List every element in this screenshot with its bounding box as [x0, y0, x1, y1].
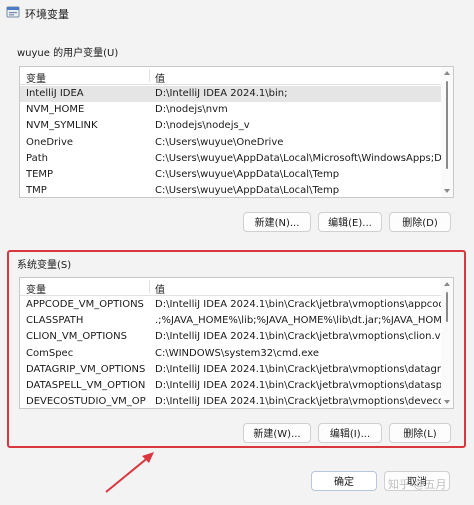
user-vars-list[interactable]: 变量 值 IntelliJ IDEA D:\IntelliJ IDEA 2024… — [19, 66, 454, 198]
table-row[interactable]: ComSpec C:\WINDOWS\system32\cmd.exe — [20, 346, 441, 362]
cell-variable: APPCODE_VM_OPTIONS — [26, 299, 144, 310]
column-divider[interactable] — [149, 280, 150, 293]
user-new-button[interactable]: 新建(N)... — [243, 212, 311, 232]
cell-variable: DATASPELL_VM_OPTIONS — [26, 379, 146, 391]
ok-button[interactable]: 确定 — [311, 471, 377, 491]
column-header-variable[interactable]: 变量 — [26, 281, 46, 296]
table-row[interactable]: CLASSPATH .;%JAVA_HOME%\lib;%JAVA_HOME%\… — [20, 313, 441, 329]
scroll-up-arrow-icon[interactable] — [444, 71, 450, 75]
table-row[interactable]: DATAGRIP_VM_OPTIONS D:\IntelliJ IDEA 202… — [20, 362, 441, 378]
cell-value: C:\Users\wuyue\AppData\Local\Temp — [155, 168, 340, 180]
table-row[interactable]: NVM_HOME D:\nodejs\nvm — [20, 102, 441, 118]
cell-variable: IntelliJ IDEA — [26, 88, 84, 99]
title-bar: 环境变量 — [0, 0, 474, 26]
cell-variable: OneDrive — [26, 136, 74, 148]
cell-variable: DEVECOSTUDIO_VM_OPT... — [26, 396, 146, 408]
cell-value: C:\Users\wuyue\AppData\Local\Temp — [155, 185, 340, 197]
user-vars-label: wuyue 的用户变量(U) — [17, 48, 119, 59]
scroll-down-arrow-icon[interactable] — [444, 400, 450, 404]
cell-value: .;%JAVA_HOME%\lib;%JAVA_HOME%\lib\dt.jar… — [155, 315, 441, 327]
system-vars-label: 系统变量(S) — [17, 260, 72, 271]
column-divider[interactable] — [149, 69, 150, 82]
cell-variable: ComSpec — [26, 347, 74, 359]
column-header-value[interactable]: 值 — [155, 70, 165, 85]
table-row[interactable]: APPCODE_VM_OPTIONS D:\IntelliJ IDEA 2024… — [20, 297, 441, 313]
table-row[interactable]: DATASPELL_VM_OPTIONS D:\IntelliJ IDEA 20… — [20, 378, 441, 394]
table-row[interactable]: TEMP C:\Users\wuyue\AppData\Local\Temp — [20, 167, 441, 183]
cell-value: D:\IntelliJ IDEA 2024.1\bin\Crack\jetbra… — [155, 379, 441, 391]
cell-variable: NVM_SYMLINK — [26, 120, 98, 132]
scroll-thumb[interactable] — [446, 81, 448, 169]
cell-variable: DATAGRIP_VM_OPTIONS — [26, 363, 146, 375]
column-header-variable[interactable]: 变量 — [26, 70, 46, 85]
user-edit-button[interactable]: 编辑(E)... — [318, 212, 382, 232]
cell-value: D:\nodejs\nodejs_v — [155, 120, 250, 132]
cell-value: D:\IntelliJ IDEA 2024.1\bin\Crack\jetbra… — [155, 363, 441, 375]
cell-value: C:\Users\wuyue\OneDrive — [155, 136, 284, 148]
system-delete-button[interactable]: 删除(L) — [389, 423, 451, 443]
table-row[interactable]: DEVECOSTUDIO_VM_OPT... D:\IntelliJ IDEA … — [20, 394, 441, 408]
environment-window-icon — [6, 6, 20, 18]
system-vars-list[interactable]: 变量 值 APPCODE_VM_OPTIONS D:\IntelliJ IDEA… — [19, 277, 454, 409]
table-row[interactable]: OneDrive C:\Users\wuyue\OneDrive — [20, 135, 441, 151]
table-row[interactable]: Path C:\Users\wuyue\AppData\Local\Micros… — [20, 151, 441, 167]
vertical-scrollbar[interactable] — [441, 278, 453, 408]
cell-value: D:\IntelliJ IDEA 2024.1\bin\Crack\jetbra… — [155, 396, 441, 408]
table-row[interactable]: TMP C:\Users\wuyue\AppData\Local\Temp — [20, 183, 441, 197]
cell-variable: TEMP — [26, 168, 54, 180]
cell-value: D:\IntelliJ IDEA 2024.1\bin\Crack\jetbra… — [155, 299, 441, 310]
vertical-scrollbar[interactable] — [441, 67, 453, 197]
cell-value: D:\IntelliJ IDEA 2024.1\bin; — [155, 88, 288, 99]
scroll-thumb[interactable] — [446, 292, 448, 322]
table-row[interactable]: IntelliJ IDEA D:\IntelliJ IDEA 2024.1\bi… — [20, 86, 441, 103]
cell-variable: NVM_HOME — [26, 104, 85, 116]
cell-value: D:\nodejs\nvm — [155, 104, 228, 116]
cell-variable: CLION_VM_OPTIONS — [26, 331, 127, 343]
cell-variable: CLASSPATH — [26, 315, 84, 327]
cell-value: D:\IntelliJ IDEA 2024.1\bin\Crack\jetbra… — [155, 331, 441, 343]
cell-value: C:\WINDOWS\system32\cmd.exe — [155, 347, 319, 359]
user-vars-header: 变量 值 — [20, 67, 441, 85]
table-row[interactable]: NVM_SYMLINK D:\nodejs\nodejs_v — [20, 118, 441, 134]
column-header-value[interactable]: 值 — [155, 281, 165, 296]
watermark: 知乎 @五月 — [388, 478, 447, 491]
system-edit-button[interactable]: 编辑(I)... — [318, 423, 382, 443]
system-new-button[interactable]: 新建(W)... — [243, 423, 311, 443]
system-vars-header: 变量 值 — [20, 278, 441, 296]
cell-variable: TMP — [26, 185, 47, 197]
user-delete-button[interactable]: 删除(D) — [389, 212, 451, 232]
cell-variable: Path — [26, 152, 48, 164]
table-row[interactable]: CLION_VM_OPTIONS D:\IntelliJ IDEA 2024.1… — [20, 329, 441, 345]
cell-value: C:\Users\wuyue\AppData\Local\Microsoft\W… — [155, 152, 441, 164]
scroll-up-arrow-icon[interactable] — [444, 282, 450, 286]
window-title: 环境变量 — [25, 8, 69, 21]
annotation-arrow-icon — [105, 452, 154, 493]
scroll-down-arrow-icon[interactable] — [444, 189, 450, 193]
